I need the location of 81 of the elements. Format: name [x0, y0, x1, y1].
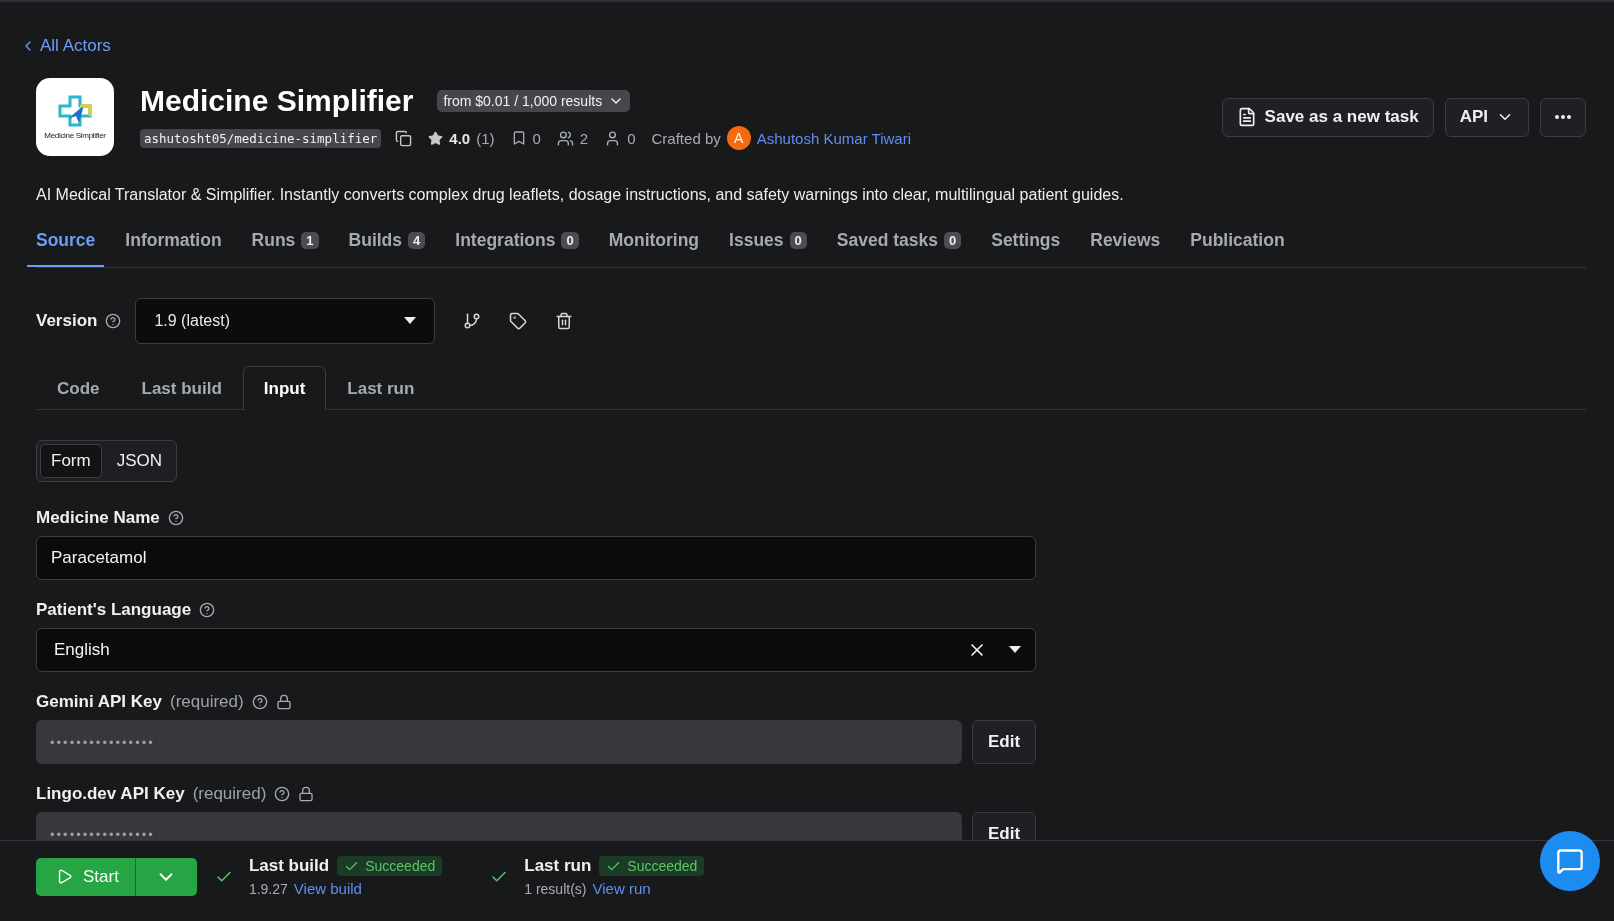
save-task-button[interactable]: Save as a new task — [1221, 97, 1434, 137]
help-icon[interactable] — [274, 786, 291, 802]
view-tab[interactable]: Input — [242, 366, 327, 410]
caret-icon — [404, 317, 417, 325]
actor-title: Medicine Simplifier — [140, 84, 414, 118]
view-link[interactable]: View build — [293, 880, 362, 897]
more-button[interactable] — [1540, 97, 1586, 137]
nav-tab[interactable]: Builds 4 — [339, 230, 435, 267]
field-label: Medicine Name — [36, 508, 160, 528]
field-label: Gemini API Key — [36, 692, 162, 712]
start-options-button[interactable] — [134, 857, 197, 896]
version-select[interactable]: 1.9 (latest) — [135, 298, 436, 344]
help-icon[interactable] — [167, 510, 184, 526]
status-badge: Succeeded — [599, 856, 705, 876]
language-select[interactable]: English — [36, 628, 1036, 672]
author-avatar: A — [726, 126, 751, 150]
version-label: Version — [36, 311, 98, 331]
view-link[interactable]: View run — [592, 880, 651, 897]
edit-button[interactable]: Edit — [972, 812, 1036, 840]
rating: 4.0 — [449, 129, 471, 147]
status-badge: Succeeded — [337, 856, 443, 876]
tab-count: 0 — [789, 232, 807, 249]
nav-tab[interactable]: Issues 0 — [720, 230, 816, 267]
tab-count: 1 — [301, 232, 319, 249]
delete-icon[interactable] — [555, 312, 574, 330]
secret-input[interactable]: •••••••••••••••• — [36, 720, 962, 764]
tab-count: 4 — [408, 232, 426, 249]
nav-tab[interactable]: Integrations 0 — [446, 230, 588, 267]
help-icon[interactable] — [199, 602, 216, 618]
status-title: Last build — [248, 856, 330, 876]
view-tab[interactable]: Last run — [326, 366, 436, 410]
mode-option[interactable]: Form — [40, 444, 102, 478]
lock-icon — [275, 694, 292, 710]
copy-icon[interactable] — [395, 129, 413, 147]
view-tab[interactable]: Last build — [120, 366, 243, 410]
field-label: Patient's Language — [36, 600, 192, 620]
monthly-users-count: 0 — [627, 129, 636, 147]
branch-icon[interactable] — [463, 312, 482, 330]
caret-icon — [1009, 646, 1021, 654]
help-icon[interactable] — [251, 694, 268, 710]
status-detail: 1.9.27 — [248, 880, 288, 897]
actor-description: AI Medical Translator & Simplifier. Instantly converts complex drug leaflets, dosage instructions, and safety warnings into clear, multilingual patient guides. — [36, 186, 1125, 204]
nav-tab[interactable]: Publication — [1181, 230, 1294, 267]
actor-logo: Medicine Simplifier — [36, 78, 114, 156]
nav-tab[interactable]: Settings — [982, 230, 1070, 267]
author-link[interactable]: Ashutosh Kumar Tiwari — [756, 129, 911, 147]
nav-tab[interactable]: Reviews — [1081, 230, 1170, 267]
view-tab[interactable]: Code — [36, 366, 121, 410]
nav-tab[interactable]: Information — [116, 230, 231, 267]
nav-tab[interactable]: Runs 1 — [242, 230, 328, 267]
lock-icon — [298, 786, 315, 802]
text-input[interactable]: Paracetamol — [36, 536, 1036, 580]
nav-tab[interactable]: Monitoring — [599, 230, 709, 267]
rating-count: (1) — [476, 129, 495, 147]
bookmark-count: 0 — [532, 129, 541, 147]
mode-option[interactable]: JSON — [105, 444, 173, 478]
back-link[interactable]: All Actors — [20, 36, 111, 56]
status-detail: 1 result(s) — [524, 880, 587, 897]
pricing-dropdown[interactable]: from $0.01 / 1,000 results — [437, 90, 631, 112]
nav-tab[interactable]: Source — [27, 230, 105, 267]
required-note: (required) — [192, 784, 267, 804]
field-label: Lingo.dev API Key — [36, 784, 185, 804]
more-icon — [1555, 115, 1571, 119]
tab-count: 0 — [561, 232, 579, 249]
tab-count: 0 — [943, 232, 962, 249]
edit-button[interactable]: Edit — [972, 720, 1036, 764]
users-count: 2 — [579, 129, 589, 147]
nav-tab[interactable]: Saved tasks 0 — [827, 230, 971, 267]
chat-icon — [1556, 847, 1584, 875]
status-title: Last run — [524, 856, 592, 876]
help-icon[interactable] — [105, 313, 122, 329]
secret-input[interactable]: •••••••••••••••• — [36, 812, 962, 840]
crafted-by-label: Crafted by — [651, 129, 721, 147]
chat-button[interactable] — [1540, 831, 1600, 891]
users-icon — [556, 129, 574, 147]
star-icon — [428, 130, 444, 146]
required-note: (required) — [169, 692, 244, 712]
tag-icon[interactable] — [509, 312, 528, 330]
api-dropdown[interactable]: API — [1444, 97, 1529, 137]
actor-slug: ashutosht05/medicine-simplifier — [140, 128, 382, 148]
play-icon — [56, 868, 73, 885]
